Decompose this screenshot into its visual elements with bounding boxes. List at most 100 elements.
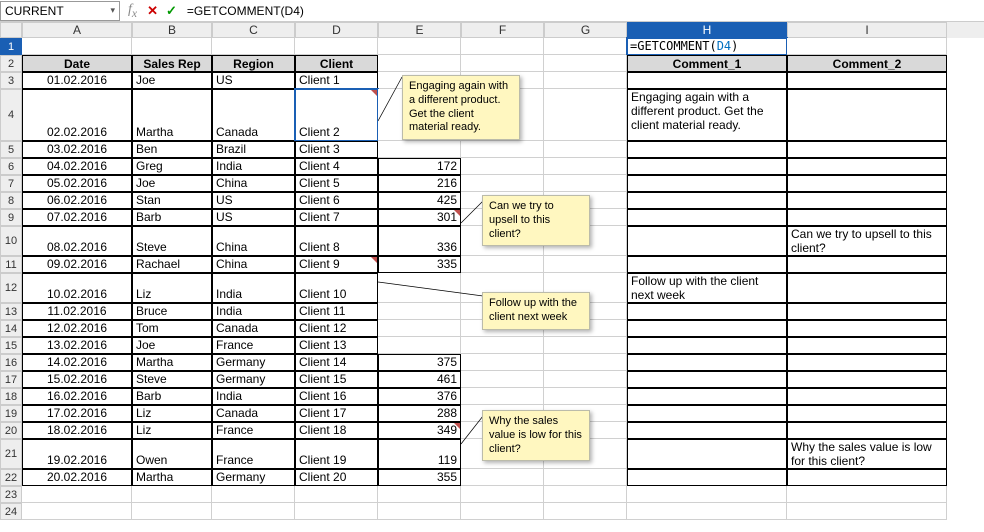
- col-header-b[interactable]: B: [132, 22, 212, 38]
- header-client[interactable]: Client: [295, 55, 378, 72]
- cell-e1[interactable]: [378, 38, 461, 55]
- row-header-11[interactable]: 11: [0, 256, 22, 273]
- cell-comment2[interactable]: [787, 209, 947, 226]
- cell-comment2[interactable]: Why the sales value is low for this clie…: [787, 439, 947, 469]
- cell-client[interactable]: Client 14: [295, 354, 378, 371]
- cell-h1-active[interactable]: =GETCOMMENT(D4): [627, 38, 787, 55]
- cancel-icon[interactable]: ✕: [143, 3, 162, 19]
- cell-comment2[interactable]: [787, 337, 947, 354]
- cell-comment1[interactable]: [627, 469, 787, 486]
- cell-sales[interactable]: [378, 141, 461, 158]
- cell-comment1[interactable]: [627, 141, 787, 158]
- cell-rep[interactable]: Tom: [132, 320, 212, 337]
- cell-e2[interactable]: [378, 55, 461, 72]
- cell-f2[interactable]: [461, 55, 544, 72]
- cell-comment2[interactable]: [787, 405, 947, 422]
- cell-comment2[interactable]: [787, 371, 947, 388]
- cell[interactable]: [22, 503, 132, 520]
- cell-comment2[interactable]: [787, 175, 947, 192]
- cell-region[interactable]: France: [212, 337, 295, 354]
- cell-region[interactable]: China: [212, 226, 295, 256]
- cell-comment1[interactable]: [627, 158, 787, 175]
- cell-rep[interactable]: Liz: [132, 273, 212, 303]
- cell-comment1[interactable]: [627, 354, 787, 371]
- cell-comment1[interactable]: [627, 192, 787, 209]
- cell-comment1[interactable]: [627, 303, 787, 320]
- cell-date[interactable]: 12.02.2016: [22, 320, 132, 337]
- row-header-20[interactable]: 20: [0, 422, 22, 439]
- cell-date[interactable]: 06.02.2016: [22, 192, 132, 209]
- header-rep[interactable]: Sales Rep: [132, 55, 212, 72]
- cell[interactable]: [627, 503, 787, 520]
- cell[interactable]: [378, 486, 461, 503]
- cell-region[interactable]: France: [212, 439, 295, 469]
- fx-icon[interactable]: fx: [122, 2, 143, 20]
- cell-comment2[interactable]: [787, 256, 947, 273]
- cell-region[interactable]: Germany: [212, 354, 295, 371]
- cell-sales[interactable]: 216: [378, 175, 461, 192]
- cell-comment1[interactable]: Follow up with the client next week: [627, 273, 787, 303]
- col-header-h[interactable]: H: [627, 22, 787, 38]
- cell[interactable]: [212, 486, 295, 503]
- cell-g[interactable]: [544, 89, 627, 141]
- row-header-1[interactable]: 1: [0, 38, 22, 55]
- cell-comment2[interactable]: [787, 354, 947, 371]
- cell-region[interactable]: France: [212, 422, 295, 439]
- cell-comment1[interactable]: Engaging again with a different product.…: [627, 89, 787, 141]
- cell-rep[interactable]: Joe: [132, 337, 212, 354]
- cell-date[interactable]: 20.02.2016: [22, 469, 132, 486]
- cell[interactable]: [627, 486, 787, 503]
- cell-region[interactable]: India: [212, 303, 295, 320]
- row-header-15[interactable]: 15: [0, 337, 22, 354]
- cell-rep[interactable]: Steve: [132, 371, 212, 388]
- cell[interactable]: [22, 486, 132, 503]
- cell-sales[interactable]: 355: [378, 469, 461, 486]
- header-region[interactable]: Region: [212, 55, 295, 72]
- cell-g[interactable]: [544, 469, 627, 486]
- row-header-16[interactable]: 16: [0, 354, 22, 371]
- cell-g[interactable]: [544, 175, 627, 192]
- cell-rep[interactable]: Greg: [132, 158, 212, 175]
- cell-date[interactable]: 14.02.2016: [22, 354, 132, 371]
- cell-date[interactable]: 05.02.2016: [22, 175, 132, 192]
- cell-sales[interactable]: 172: [378, 158, 461, 175]
- cell-client[interactable]: Client 6: [295, 192, 378, 209]
- cell-g[interactable]: [544, 337, 627, 354]
- cell-client[interactable]: Client 16: [295, 388, 378, 405]
- cell-client[interactable]: Client 3: [295, 141, 378, 158]
- cell-region[interactable]: Canada: [212, 89, 295, 141]
- cell-comment2[interactable]: [787, 72, 947, 89]
- cell-g[interactable]: [544, 388, 627, 405]
- cell-client[interactable]: Client 2: [295, 89, 378, 141]
- cell-comment1[interactable]: [627, 72, 787, 89]
- cell[interactable]: [461, 503, 544, 520]
- cell-rep[interactable]: Barb: [132, 388, 212, 405]
- cell-g1[interactable]: [544, 38, 627, 55]
- row-header-8[interactable]: 8: [0, 192, 22, 209]
- cell-sales[interactable]: 376: [378, 388, 461, 405]
- name-box[interactable]: CURRENT ▾: [0, 1, 120, 21]
- cell-sales[interactable]: 461: [378, 371, 461, 388]
- cell-client[interactable]: Client 17: [295, 405, 378, 422]
- cell[interactable]: [212, 503, 295, 520]
- cell-g[interactable]: [544, 371, 627, 388]
- cell-sales[interactable]: 425: [378, 192, 461, 209]
- cell-client[interactable]: Client 11: [295, 303, 378, 320]
- cell-f[interactable]: [461, 141, 544, 158]
- cell-rep[interactable]: Stan: [132, 192, 212, 209]
- row-header-6[interactable]: 6: [0, 158, 22, 175]
- cell-g[interactable]: [544, 158, 627, 175]
- cell-rep[interactable]: Steve: [132, 226, 212, 256]
- cell-f[interactable]: [461, 469, 544, 486]
- cell-date[interactable]: 02.02.2016: [22, 89, 132, 141]
- cell-sales[interactable]: 375: [378, 354, 461, 371]
- row-header-21[interactable]: 21: [0, 439, 22, 469]
- cell-rep[interactable]: Martha: [132, 469, 212, 486]
- cell-region[interactable]: Germany: [212, 371, 295, 388]
- cell-comment2[interactable]: [787, 303, 947, 320]
- row-header-2[interactable]: 2: [0, 55, 22, 72]
- col-header-a[interactable]: A: [22, 22, 132, 38]
- name-box-dropdown-icon[interactable]: ▾: [110, 5, 115, 16]
- cell-comment2[interactable]: [787, 273, 947, 303]
- cell-client[interactable]: Client 12: [295, 320, 378, 337]
